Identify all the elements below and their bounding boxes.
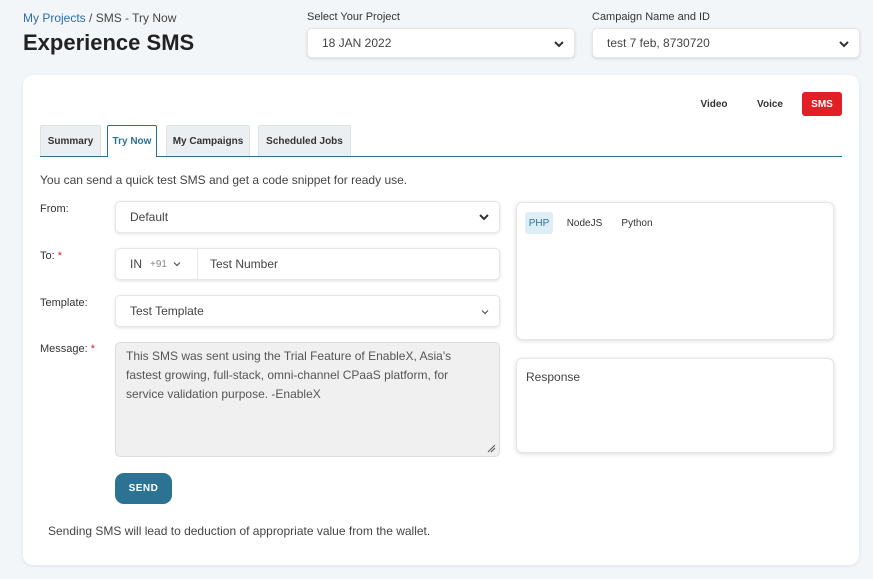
chevron-down-icon bbox=[479, 214, 489, 221]
project-select-label: Select Your Project bbox=[307, 11, 400, 23]
message-textarea[interactable]: This SMS was sent using the Trial Featur… bbox=[115, 342, 500, 457]
intro-text: You can send a quick test SMS and get a … bbox=[40, 173, 408, 187]
page-title: Experience SMS bbox=[23, 30, 195, 55]
message-label-text: Message: bbox=[40, 343, 88, 355]
country-code: IN bbox=[130, 257, 142, 271]
lang-tab-nodejs[interactable]: NodeJS bbox=[562, 212, 607, 234]
chevron-down-icon bbox=[481, 310, 489, 315]
lang-tab-php[interactable]: PHP bbox=[525, 212, 553, 234]
tab-try-now[interactable]: Try Now bbox=[107, 125, 157, 157]
resize-handle-icon[interactable] bbox=[486, 443, 496, 453]
channel-voice-button[interactable]: Voice bbox=[743, 92, 797, 116]
required-mark: * bbox=[57, 250, 63, 262]
to-field: IN +91 Test Number bbox=[115, 248, 500, 280]
to-label: To: * bbox=[40, 250, 62, 262]
from-select[interactable]: Default bbox=[115, 201, 500, 233]
response-label: Response bbox=[526, 370, 581, 384]
tab-my-campaigns[interactable]: My Campaigns bbox=[166, 125, 250, 156]
channel-video-button[interactable]: Video bbox=[686, 92, 742, 116]
dial-code: +91 bbox=[150, 258, 167, 270]
tab-summary[interactable]: Summary bbox=[40, 125, 101, 156]
required-mark: * bbox=[90, 343, 96, 355]
template-label: Template: bbox=[40, 297, 88, 309]
breadcrumb-separator: / bbox=[85, 11, 96, 25]
tab-bar: Summary Try Now My Campaigns Scheduled J… bbox=[40, 125, 842, 157]
campaign-select-label: Campaign Name and ID bbox=[592, 11, 711, 23]
lang-tab-python[interactable]: Python bbox=[616, 212, 658, 234]
chevron-down-icon bbox=[554, 41, 564, 48]
code-snippet-panel: PHP NodeJS Python bbox=[516, 202, 834, 340]
to-label-text: To: bbox=[40, 250, 55, 262]
from-select-value: Default bbox=[130, 210, 169, 224]
template-select[interactable]: Test Template bbox=[115, 295, 500, 327]
from-label: From: bbox=[40, 203, 69, 215]
tab-scheduled-jobs[interactable]: Scheduled Jobs bbox=[258, 125, 351, 156]
project-select[interactable]: 18 JAN 2022 bbox=[307, 28, 575, 58]
campaign-select-value: test 7 feb, 8730720 bbox=[607, 36, 710, 50]
campaign-select[interactable]: test 7 feb, 8730720 bbox=[592, 28, 860, 58]
template-select-value: Test Template bbox=[130, 304, 204, 318]
breadcrumb-my-projects-link[interactable]: My Projects bbox=[23, 11, 86, 25]
phone-number-input[interactable]: Test Number bbox=[210, 249, 278, 279]
send-button[interactable]: SEND bbox=[115, 473, 172, 504]
wallet-deduction-note: Sending SMS will lead to deduction of ap… bbox=[48, 524, 431, 538]
channel-sms-button[interactable]: SMS bbox=[802, 92, 842, 116]
project-select-value: 18 JAN 2022 bbox=[322, 36, 392, 50]
chevron-down-icon bbox=[839, 41, 849, 48]
breadcrumb-current: SMS - Try Now bbox=[95, 11, 177, 25]
response-panel: Response bbox=[516, 358, 834, 453]
chevron-down-icon bbox=[173, 262, 181, 267]
main-card: Video Voice SMS Summary Try Now My Campa… bbox=[23, 75, 859, 565]
message-label: Message: * bbox=[40, 343, 95, 355]
breadcrumb: My Projects / SMS - Try Now bbox=[23, 11, 176, 25]
country-code-select[interactable]: IN +91 bbox=[116, 249, 198, 279]
phone-number-placeholder: Test Number bbox=[210, 257, 279, 271]
